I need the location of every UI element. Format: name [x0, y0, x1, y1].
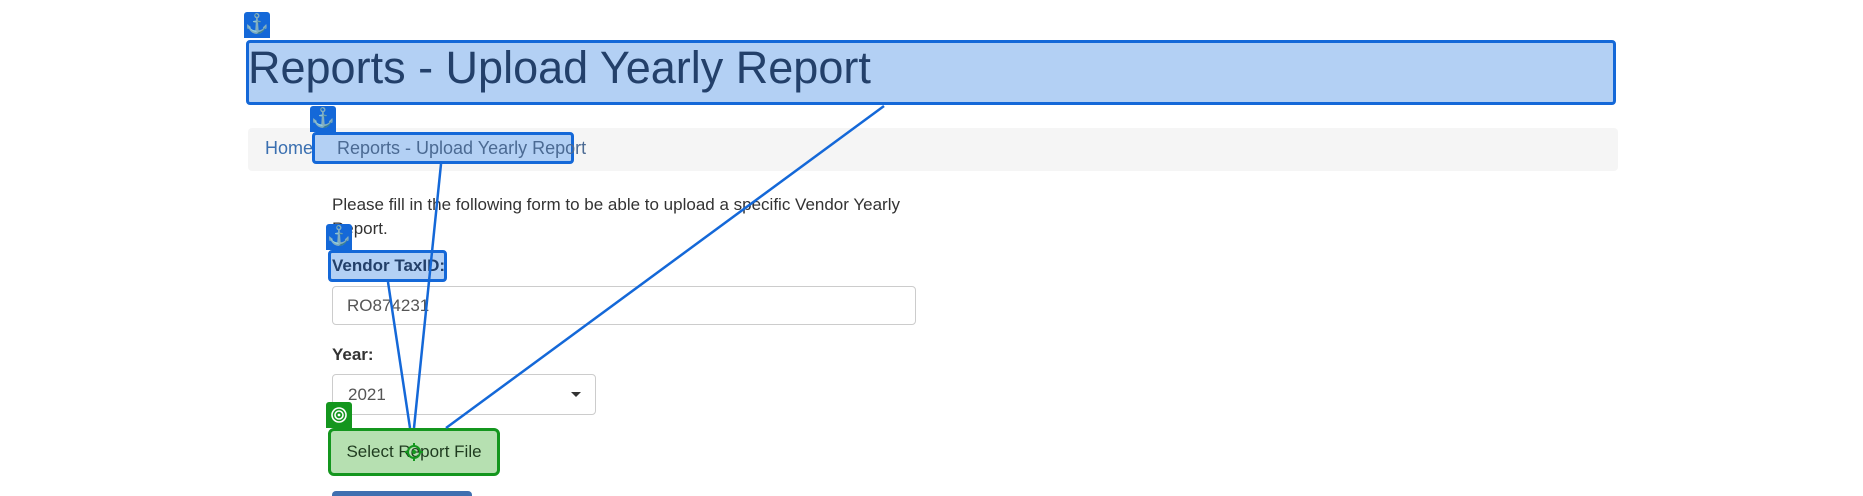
- target-icon: [405, 443, 423, 461]
- breadcrumb-home-link[interactable]: Home: [265, 138, 313, 159]
- breadcrumb-current: Reports - Upload Yearly Report: [337, 138, 587, 158]
- page-title: Reports - Upload Yearly Report: [248, 42, 871, 93]
- target-badge-icon: [326, 402, 352, 428]
- page: Reports - Upload Yearly Report ⚓ Home / …: [0, 0, 1863, 496]
- year-label: Year:: [332, 345, 374, 364]
- year-select[interactable]: 2021: [332, 374, 596, 415]
- vendor-taxid-input[interactable]: [332, 286, 916, 325]
- anchor-icon: ⚓: [310, 106, 336, 132]
- anchor-icon: ⚓: [326, 224, 352, 250]
- vendor-taxid-label: Vendor TaxID:: [332, 256, 446, 275]
- year-select-value: 2021: [348, 385, 386, 404]
- form-intro-text: Please fill in the following form to be …: [332, 195, 900, 238]
- caret-down-icon: [571, 392, 581, 397]
- upload-submit-button[interactable]: [332, 491, 472, 496]
- anchor-icon: ⚓: [244, 12, 270, 38]
